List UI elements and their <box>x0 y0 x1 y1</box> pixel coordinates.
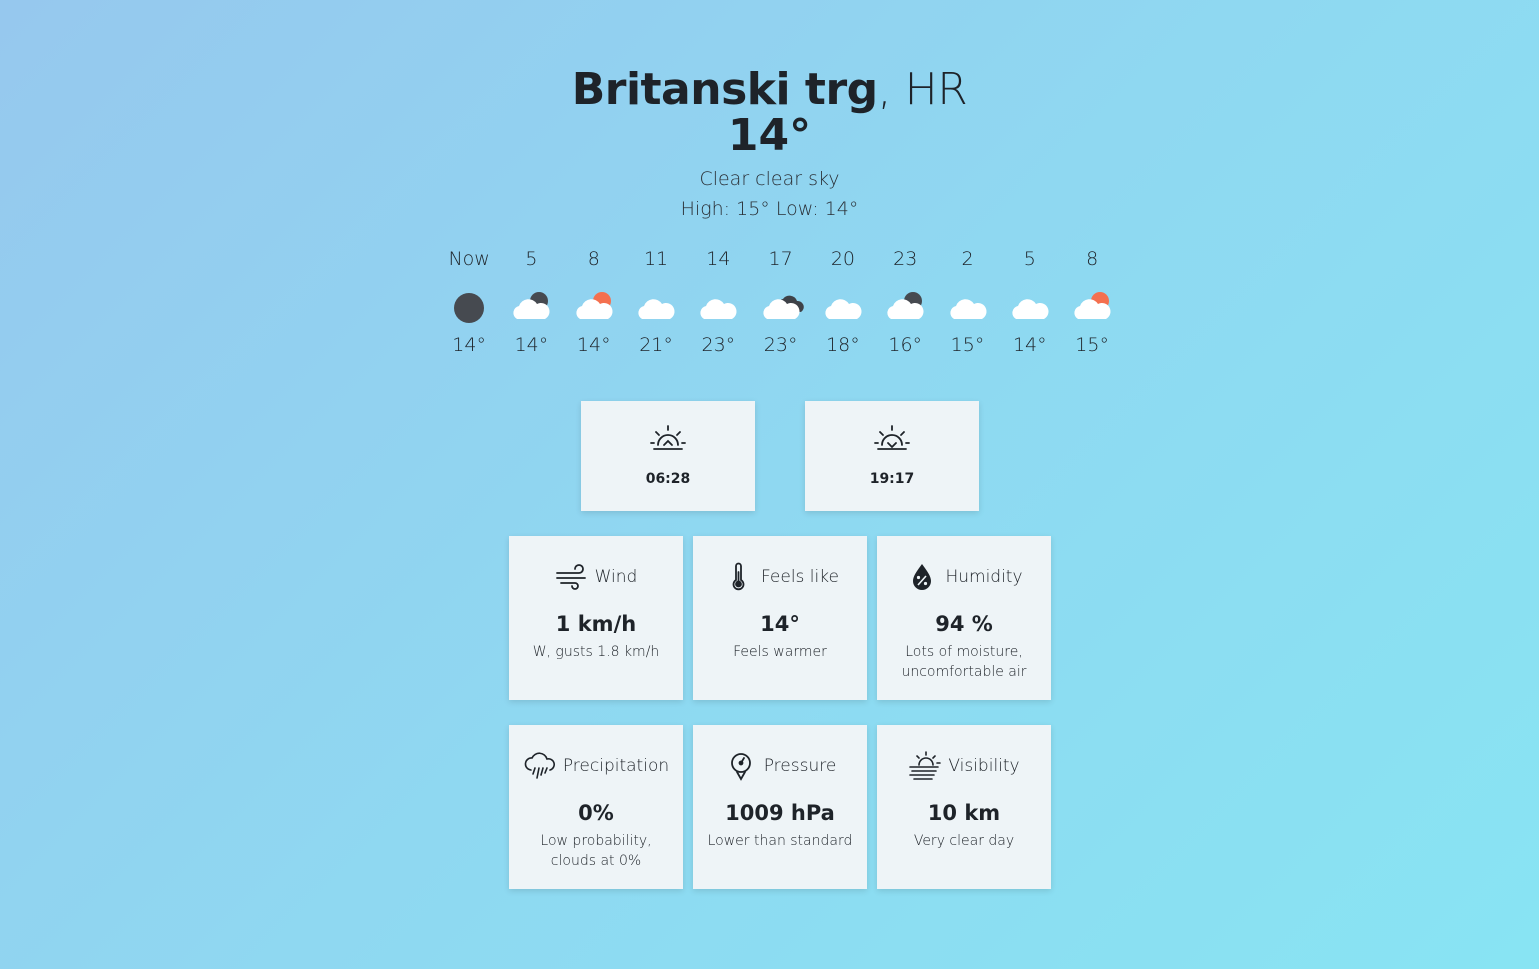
hourly-item: 8 14° <box>563 245 625 359</box>
pressure-gauge-icon <box>730 753 751 781</box>
cloud-icon <box>700 299 737 319</box>
visibility-card: Visibility 10 km Very clear day <box>877 725 1051 889</box>
high-low-temperature: High: 15° Low: 14° <box>680 198 859 220</box>
feels-like-card: Feels like 14° Feels warmer <box>693 536 867 700</box>
sun-fog-icon <box>909 751 942 780</box>
hour-label: 23 <box>893 248 918 270</box>
hour-temperature: 21° <box>639 334 673 356</box>
sunrise-icon <box>650 425 686 450</box>
hour-temperature: 15° <box>1075 334 1109 356</box>
visibility-value: 10 km <box>927 801 1001 825</box>
hour-temperature: 14° <box>452 334 486 356</box>
humidity-card: Humidity 94 % Lots of moisture, uncomfor… <box>877 536 1051 700</box>
hourly-item: 17 23° <box>749 245 811 359</box>
current-weather-header: Britanski trg, HR 14° Clear clear sky Hi… <box>0 62 1539 222</box>
wind-detail: W, gusts 1.8 km/h <box>532 644 660 660</box>
feels-like-title: Feels like <box>761 567 839 587</box>
humidity-detail: Lots of moisture, uncomfortable air <box>901 644 1027 680</box>
humidity-value: 94 % <box>935 612 993 636</box>
hourly-item: 14 23° <box>687 245 749 359</box>
feels-like-detail: Feels warmer <box>733 644 827 660</box>
hour-label: 8 <box>1086 248 1099 270</box>
sunset-icon <box>874 425 910 450</box>
hour-temperature: 14° <box>514 334 549 356</box>
hourly-item: 11 21° <box>625 245 687 359</box>
city-name: Britanski trg <box>571 64 878 115</box>
hour-temperature: 18° <box>826 334 860 356</box>
cloud-icon <box>949 299 987 319</box>
visibility-title: Visibility <box>948 756 1020 776</box>
hour-temperature: 16° <box>888 334 923 356</box>
sunrise-time: 06:28 <box>645 471 691 487</box>
cloud-icon <box>638 299 675 319</box>
sunset-time: 19:17 <box>869 471 915 487</box>
wind-value: 1 km/h <box>555 612 637 636</box>
pressure-title: Pressure <box>763 756 837 776</box>
precipitation-title: Precipitation <box>562 756 670 776</box>
hour-temperature: 14° <box>576 334 611 356</box>
weather-description: Clear clear sky <box>699 168 840 190</box>
hourly-item: 23 16° <box>874 245 936 359</box>
thermometer-icon <box>732 562 745 591</box>
hourly-forecast: Now 14° 5 14° 8 14° 11 21° 14 23° 17 23° 20 18° 23 16° 2… <box>438 245 1123 359</box>
cloud-moon-icon <box>513 292 550 319</box>
visibility-detail: Very clear day <box>913 833 1015 849</box>
hour-label: 5 <box>525 248 538 270</box>
hour-label: 11 <box>643 248 669 270</box>
hour-temperature: 14° <box>1012 334 1047 356</box>
cloud-dark-icon <box>762 295 804 319</box>
sunset-card: 19:17 <box>805 401 979 511</box>
hourly-item: Now 14° <box>438 245 500 359</box>
hourly-item: 5 14° <box>500 245 562 359</box>
wind-icon <box>555 564 586 590</box>
humidity-title: Humidity <box>945 567 1023 587</box>
cloud-sun-icon <box>1074 292 1111 319</box>
wind-card: Wind 1 km/h W, gusts 1.8 km/h <box>509 536 683 700</box>
hour-label: 5 <box>1023 248 1036 270</box>
hour-label: 2 <box>961 248 974 270</box>
hourly-item: 5 14° <box>999 245 1061 359</box>
precipitation-value: 0% <box>578 801 614 825</box>
rain-cloud-icon <box>524 752 555 779</box>
sunrise-card: 06:28 <box>581 401 755 511</box>
cloud-icon <box>825 299 862 319</box>
moon-icon <box>454 293 485 323</box>
wind-title: Wind <box>594 567 638 587</box>
pressure-card: Pressure 1009 hPa Lower than standard <box>693 725 867 889</box>
hour-label: 17 <box>768 248 793 270</box>
hour-label: 20 <box>830 248 856 270</box>
hour-temperature: 23° <box>701 334 736 356</box>
hour-label: Now <box>448 248 490 270</box>
hour-temperature: 23° <box>763 334 798 356</box>
hourly-item: 2 15° <box>936 245 998 359</box>
pressure-value: 1009 hPa <box>725 801 835 825</box>
country-code: , HR <box>877 64 968 115</box>
precipitation-detail: Low probability, clouds at 0% <box>540 833 652 869</box>
hour-label: 14 <box>706 248 731 270</box>
cloud-sun-icon <box>576 292 613 319</box>
humidity-drop-icon <box>913 564 932 590</box>
cloud-moon-icon <box>887 292 924 319</box>
hourly-item: 8 15° <box>1061 245 1123 359</box>
hour-temperature: 15° <box>950 334 985 356</box>
cloud-icon <box>1012 299 1049 319</box>
precipitation-card: Precipitation 0% Low probability, clouds… <box>509 725 683 889</box>
hour-label: 8 <box>587 248 600 270</box>
current-temperature: 14° <box>727 110 812 161</box>
pressure-detail: Lower than standard <box>707 833 853 849</box>
hourly-item: 20 18° <box>812 245 874 359</box>
feels-like-value: 14° <box>760 612 800 636</box>
